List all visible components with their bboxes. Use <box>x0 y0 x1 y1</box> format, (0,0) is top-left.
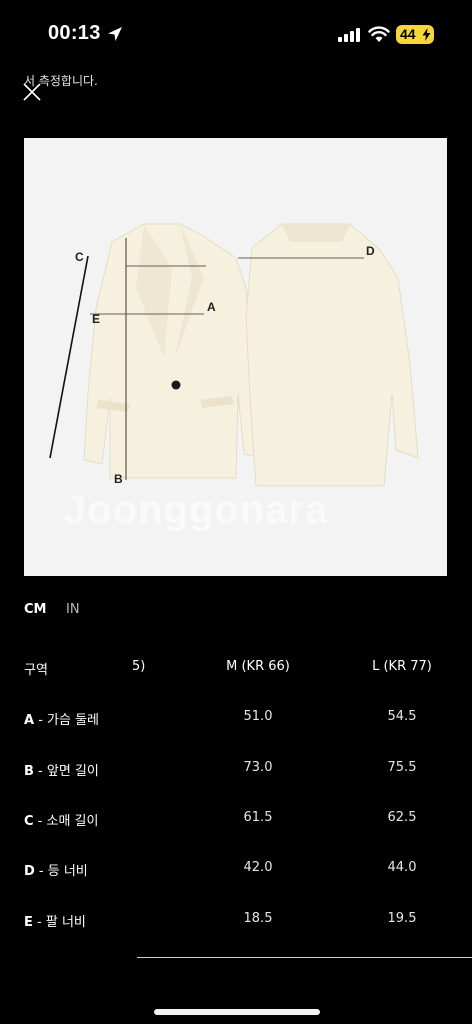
row-label: A - 가슴 둘레 <box>24 713 99 728</box>
wifi-icon <box>368 26 390 42</box>
row-label: E - 팔 너비 <box>24 915 86 930</box>
blazer-back <box>245 223 419 487</box>
table-header-row: 구역 5) M (KR 66) L (KR 77) <box>0 659 472 699</box>
horizontal-scrollbar[interactable] <box>137 957 472 958</box>
row-value-m: 42.0 <box>243 860 273 875</box>
home-indicator[interactable] <box>154 1009 320 1015</box>
battery-indicator: 44 <box>396 25 434 44</box>
table-row: D - 등 너비 42.0 44.0 <box>0 860 472 900</box>
header-size-m: M (KR 66) <box>226 659 290 674</box>
row-value-m: 18.5 <box>243 911 273 926</box>
row-value-l: 19.5 <box>387 911 417 926</box>
row-value-m: 51.0 <box>243 709 273 724</box>
measure-label-d: D <box>366 244 375 258</box>
table-row: E - 팔 너비 18.5 19.5 <box>0 911 472 951</box>
battery-level: 44 <box>400 26 416 42</box>
close-icon[interactable] <box>22 82 42 102</box>
row-value-l: 62.5 <box>387 810 417 825</box>
table-row: A - 가슴 둘레 51.0 54.5 <box>0 709 472 749</box>
measure-line-c <box>49 255 89 459</box>
cellular-signal-icon <box>338 28 360 42</box>
header-size-s-partial: 5) <box>132 659 146 674</box>
table-row: C - 소매 길이 61.5 62.5 <box>0 810 472 850</box>
status-time: 00:13 <box>48 22 101 44</box>
row-label: D - 등 너비 <box>24 864 88 879</box>
header-size-l: L (KR 77) <box>372 659 432 674</box>
table-row: B - 앞면 길이 73.0 75.5 <box>0 760 472 800</box>
row-value-l: 44.0 <box>387 860 417 875</box>
row-value-l: 75.5 <box>387 760 417 775</box>
blazer-front <box>83 223 273 479</box>
blazer-button <box>171 380 181 390</box>
row-label: C - 소매 길이 <box>24 814 99 829</box>
location-arrow-icon <box>108 27 122 41</box>
row-value-l: 54.5 <box>387 709 417 724</box>
row-value-m: 61.5 <box>243 810 273 825</box>
unit-tab-cm[interactable]: CM <box>24 602 46 617</box>
charging-bolt-icon <box>422 28 431 41</box>
row-value-m: 73.0 <box>243 760 273 775</box>
size-guide-image: Joonggonara C E A B D <box>24 138 447 576</box>
blazer-back-collar <box>282 224 350 242</box>
row-label: B - 앞면 길이 <box>24 764 99 779</box>
measure-label-e: E <box>92 312 101 326</box>
measure-label-b: B <box>114 472 123 486</box>
measure-label-c: C <box>75 250 84 264</box>
status-bar: 00:13 44 <box>0 0 472 70</box>
watermark: Joonggonara <box>64 488 329 532</box>
unit-tab-in[interactable]: IN <box>66 602 80 617</box>
measure-label-a: A <box>207 300 216 314</box>
header-area: 구역 <box>24 663 48 678</box>
